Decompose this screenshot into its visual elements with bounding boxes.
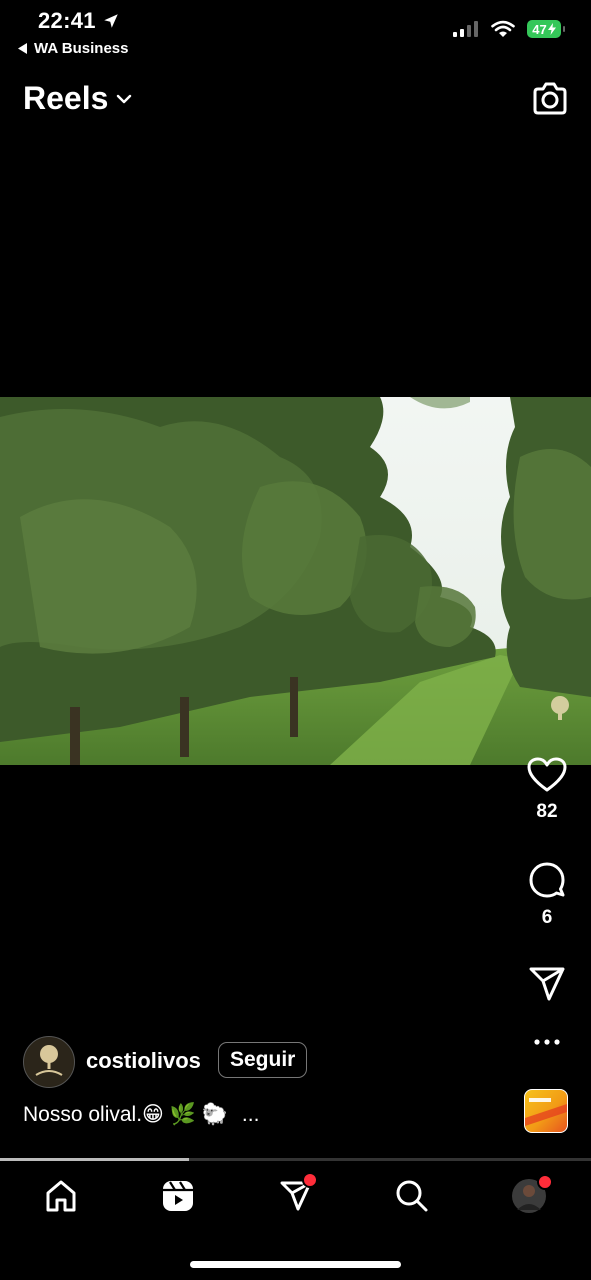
battery-level: 47 (532, 21, 547, 37)
follow-button[interactable]: Seguir (218, 1042, 308, 1078)
camera-button[interactable] (531, 80, 569, 118)
notification-dot (302, 1172, 318, 1188)
charging-bolt-icon (547, 23, 556, 35)
location-arrow-icon (104, 14, 118, 28)
back-to-app-link[interactable]: WA Business (18, 40, 128, 57)
share-action[interactable] (517, 966, 577, 1002)
post-caption[interactable]: Nosso olival.😁 🌿 🐑 ... (23, 1102, 259, 1127)
reels-icon (163, 1181, 193, 1211)
profile-notification-dot (537, 1174, 553, 1190)
home-indicator[interactable] (190, 1261, 401, 1268)
nav-direct-messages[interactable] (276, 1172, 318, 1216)
send-paper-plane-icon[interactable] (528, 966, 566, 1002)
back-triangle-icon (18, 43, 27, 54)
search-icon (396, 1180, 428, 1212)
likes-count: 82 (536, 801, 558, 822)
nav-search[interactable] (392, 1176, 432, 1216)
battery-icon: 47 (527, 20, 565, 38)
like-action[interactable]: 82 (517, 757, 577, 823)
cellular-signal-icon (453, 21, 478, 37)
home-icon (46, 1180, 76, 1212)
status-indicators: 47 (453, 20, 565, 38)
back-app-label: WA Business (34, 40, 129, 57)
caption-more[interactable]: ... (242, 1103, 260, 1127)
costi-olivos-logo (25, 1038, 73, 1086)
reels-title-dropdown[interactable]: Reels (23, 80, 132, 117)
nav-home[interactable] (41, 1176, 81, 1216)
status-time-text: 22:41 (38, 8, 96, 33)
status-time: 22:41 (38, 8, 120, 34)
reel-video[interactable] (0, 397, 591, 765)
olive-grove-video-frame (0, 397, 591, 765)
caption-text: Nosso olival.😁 🌿 🐑 (23, 1103, 228, 1126)
author-username[interactable]: costiolivos (86, 1048, 201, 1074)
author-avatar[interactable] (23, 1036, 75, 1088)
nav-profile[interactable] (509, 1174, 553, 1216)
more-dots-icon (534, 1039, 560, 1045)
audio-thumbnail[interactable] (524, 1089, 568, 1133)
wifi-icon (491, 20, 515, 37)
comments-count: 6 (541, 907, 553, 928)
audio-cover-art (525, 1098, 567, 1126)
heart-icon[interactable] (527, 757, 567, 793)
nav-reels[interactable] (158, 1176, 198, 1216)
more-options-button[interactable] (517, 1038, 577, 1046)
camera-icon (533, 82, 567, 115)
comment-bubble-icon[interactable] (528, 861, 566, 899)
chevron-down-icon (117, 94, 132, 103)
comment-action[interactable]: 6 (517, 861, 577, 929)
page-title: Reels (23, 80, 109, 116)
